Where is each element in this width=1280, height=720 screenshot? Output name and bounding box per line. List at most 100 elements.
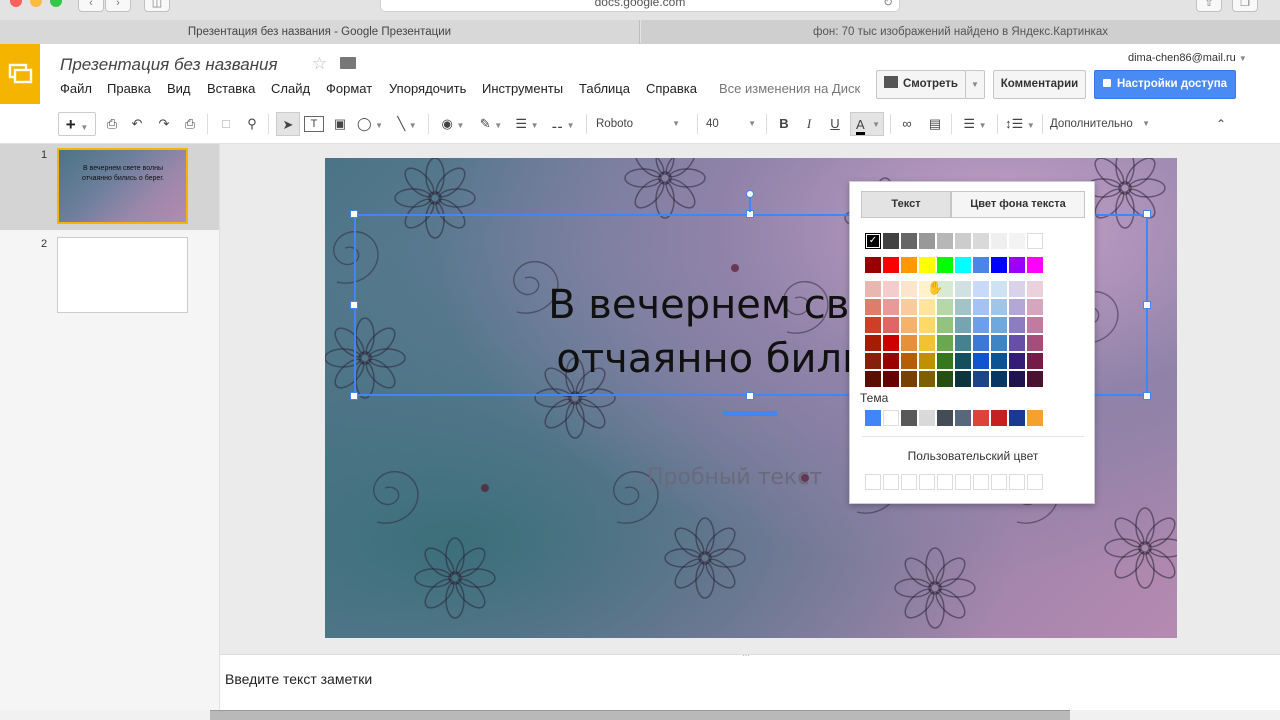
color-swatch[interactable] (973, 299, 989, 315)
resize-handle[interactable] (1143, 301, 1151, 309)
color-swatch[interactable] (865, 353, 881, 369)
color-swatch[interactable] (919, 474, 935, 490)
color-swatch[interactable] (865, 317, 881, 333)
close-window-button[interactable] (10, 0, 22, 7)
color-swatch[interactable] (901, 474, 917, 490)
minimize-window-button[interactable] (30, 0, 42, 7)
browser-tab[interactable]: фон: 70 тыс изображений найдено в Яндекс… (641, 20, 1280, 44)
body-text[interactable]: Пробный текст (647, 465, 822, 490)
color-swatch[interactable] (883, 474, 899, 490)
color-swatch[interactable] (883, 353, 899, 369)
color-swatch[interactable] (937, 299, 953, 315)
line-spacing-icon[interactable]: ↕☰ ▼ (1003, 112, 1037, 136)
color-swatch[interactable] (937, 371, 953, 387)
speaker-notes[interactable]: ··· Введите текст заметки (220, 651, 1280, 710)
color-swatch[interactable] (919, 233, 935, 249)
color-swatch[interactable] (901, 317, 917, 333)
color-swatch[interactable] (1027, 281, 1043, 297)
color-swatch[interactable] (991, 317, 1007, 333)
color-swatch[interactable] (955, 317, 971, 333)
text-color-button[interactable]: A ▼ (850, 112, 884, 136)
color-swatch[interactable] (955, 371, 971, 387)
rotate-handle[interactable] (746, 190, 754, 198)
color-swatch[interactable] (919, 371, 935, 387)
menu-edit[interactable]: Правка (107, 81, 151, 96)
color-swatch[interactable] (883, 317, 899, 333)
color-swatch[interactable] (955, 353, 971, 369)
color-swatch[interactable] (973, 410, 989, 426)
color-swatch[interactable] (937, 257, 953, 273)
resize-handle[interactable] (746, 392, 754, 400)
align-icon[interactable]: ☰ ▼ (958, 112, 992, 136)
color-swatch[interactable] (991, 474, 1007, 490)
color-swatch[interactable] (865, 410, 881, 426)
color-swatch[interactable] (883, 299, 899, 315)
color-swatch[interactable] (991, 281, 1007, 297)
color-swatch[interactable] (883, 410, 899, 426)
save-status[interactable]: Все изменения на Диске сохранены (719, 81, 861, 96)
share-button[interactable]: Настройки доступа (1094, 70, 1236, 99)
color-swatch[interactable] (865, 371, 881, 387)
shape-icon[interactable]: ◯ ▼ (356, 112, 384, 136)
sidebar-icon[interactable]: ◫ (144, 0, 170, 12)
color-swatch[interactable] (955, 233, 971, 249)
resize-handle[interactable] (1143, 210, 1151, 218)
color-swatch[interactable] (901, 233, 917, 249)
color-swatch[interactable] (883, 335, 899, 351)
menu-arrange[interactable]: Упорядочить (389, 81, 466, 96)
tab-background-color[interactable]: Цвет фона текста (951, 191, 1085, 218)
color-swatch[interactable] (1027, 410, 1043, 426)
comment-icon[interactable]: ▤ (924, 112, 946, 136)
slide-thumbnail[interactable] (57, 237, 188, 313)
tabs-overview-icon[interactable]: ❐ (1232, 0, 1258, 12)
present-button[interactable]: Смотреть (876, 70, 966, 99)
color-swatch[interactable] (1027, 371, 1043, 387)
color-swatch[interactable] (955, 410, 971, 426)
color-swatch[interactable] (883, 371, 899, 387)
color-swatch[interactable] (919, 410, 935, 426)
color-swatch[interactable] (1009, 281, 1025, 297)
color-swatch[interactable] (1009, 335, 1025, 351)
user-email[interactable]: dima-chen86@mail.ru ▼ (1128, 52, 1247, 64)
color-swatch[interactable] (865, 257, 881, 273)
menu-format[interactable]: Формат (326, 81, 372, 96)
color-swatch[interactable] (865, 474, 881, 490)
underline-button[interactable]: U (826, 112, 844, 136)
color-swatch[interactable] (991, 257, 1007, 273)
menu-view[interactable]: Вид (167, 81, 191, 96)
resize-handle[interactable] (1143, 392, 1151, 400)
url-bar[interactable]: docs.google.com ↻ (380, 0, 900, 12)
color-swatch[interactable] (937, 335, 953, 351)
color-swatch[interactable] (955, 281, 971, 297)
italic-button[interactable]: I (800, 112, 818, 136)
zoom-window-button[interactable] (50, 0, 62, 7)
color-swatch[interactable] (973, 371, 989, 387)
tab-text-color[interactable]: Текст (861, 191, 951, 218)
menu-table[interactable]: Таблица (579, 81, 630, 96)
color-swatch[interactable] (1027, 353, 1043, 369)
color-swatch[interactable] (865, 281, 881, 297)
color-swatch[interactable] (901, 299, 917, 315)
border-color-icon[interactable]: ✎ ▼ (476, 112, 506, 136)
menu-insert[interactable]: Вставка (207, 81, 255, 96)
slide-thumbnail[interactable]: В вечернем свете волны отчаянно бились о… (57, 148, 188, 224)
slides-logo[interactable] (0, 44, 40, 104)
new-slide-button[interactable]: + ▼ (58, 112, 96, 136)
color-swatch[interactable] (955, 257, 971, 273)
custom-color-label[interactable]: Пользовательский цвет (850, 449, 1096, 463)
color-swatch[interactable] (901, 410, 917, 426)
color-swatch[interactable] (1009, 299, 1025, 315)
color-swatch[interactable] (1009, 317, 1025, 333)
color-swatch[interactable] (973, 317, 989, 333)
color-swatch[interactable] (883, 281, 899, 297)
color-swatch[interactable] (919, 257, 935, 273)
textbox-icon[interactable]: T (304, 116, 324, 132)
color-swatch[interactable] (1027, 233, 1043, 249)
color-swatch[interactable] (1009, 371, 1025, 387)
collapse-icon[interactable]: ⌃ (1212, 112, 1230, 136)
color-swatch[interactable] (973, 474, 989, 490)
color-swatch[interactable] (1009, 474, 1025, 490)
color-swatch[interactable] (883, 233, 899, 249)
document-title[interactable]: Презентация без названия (60, 55, 278, 75)
more-button[interactable]: Дополнительно ▼ (1050, 112, 1152, 136)
